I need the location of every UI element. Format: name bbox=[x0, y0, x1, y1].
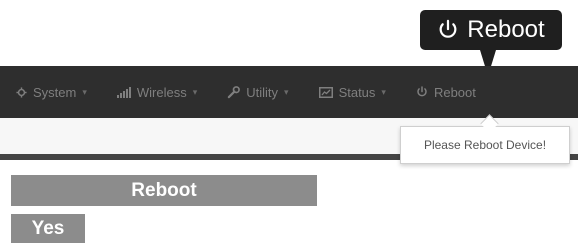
nav-item-reboot[interactable]: Reboot bbox=[416, 85, 476, 100]
nav-item-wireless[interactable]: Wireless ▾ bbox=[116, 84, 198, 100]
reboot-callout: Reboot bbox=[420, 10, 562, 50]
nav-label-system: System bbox=[33, 84, 77, 100]
gear-icon bbox=[16, 86, 27, 98]
nav-label-reboot: Reboot bbox=[433, 84, 476, 100]
callout-label: Reboot bbox=[467, 16, 545, 43]
reboot-button[interactable]: Reboot bbox=[11, 175, 317, 206]
wrench-icon bbox=[227, 85, 241, 99]
nav-item-status[interactable]: Status ▾ bbox=[318, 84, 386, 100]
nav-label-wireless: Wireless bbox=[136, 84, 187, 100]
signal-icon bbox=[116, 86, 131, 98]
top-navbar: System ▾ Wireless ▾ Utility ▾ Status ▾ R… bbox=[0, 66, 578, 118]
power-icon bbox=[416, 86, 428, 98]
nav-item-system[interactable]: System ▾ bbox=[16, 85, 87, 100]
chevron-down-icon: ▾ bbox=[381, 86, 386, 97]
power-icon bbox=[437, 19, 459, 41]
tooltip-text: Please Reboot Device! bbox=[423, 138, 547, 152]
reboot-tooltip: Please Reboot Device! bbox=[400, 126, 570, 164]
nav-item-utility[interactable]: Utility ▾ bbox=[227, 84, 289, 100]
monitor-icon bbox=[318, 86, 333, 98]
nav-label-utility: Utility bbox=[246, 84, 279, 100]
nav-label-status: Status bbox=[338, 84, 376, 100]
chevron-down-icon: ▾ bbox=[284, 86, 289, 97]
chevron-down-icon: ▾ bbox=[82, 86, 87, 97]
yes-button[interactable]: Yes bbox=[11, 214, 85, 243]
chevron-down-icon: ▾ bbox=[192, 86, 198, 97]
